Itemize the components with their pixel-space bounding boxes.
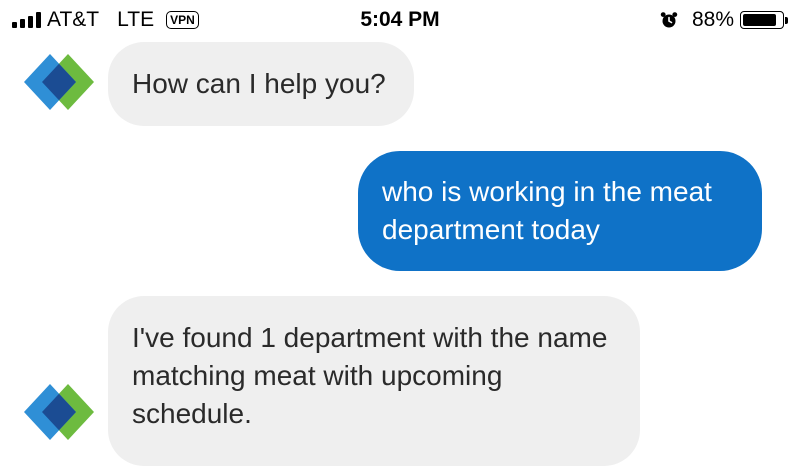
chat-message-user: who is working in the meat department to…: [358, 151, 762, 271]
status-right: 88%: [660, 6, 788, 34]
alarm-icon: [660, 12, 678, 28]
battery-icon: [740, 11, 788, 29]
bot-avatar-icon: [24, 54, 94, 110]
chat-message-bot: How can I help you?: [108, 42, 414, 126]
battery-fill: [743, 14, 777, 26]
chat-message-bot: I've found 1 department with the name ma…: [108, 296, 640, 466]
status-bar: AT&T LTE VPN 5:04 PM 88%: [0, 0, 800, 40]
bot-avatar-icon: [24, 384, 94, 440]
battery-percent: 88%: [691, 8, 734, 31]
